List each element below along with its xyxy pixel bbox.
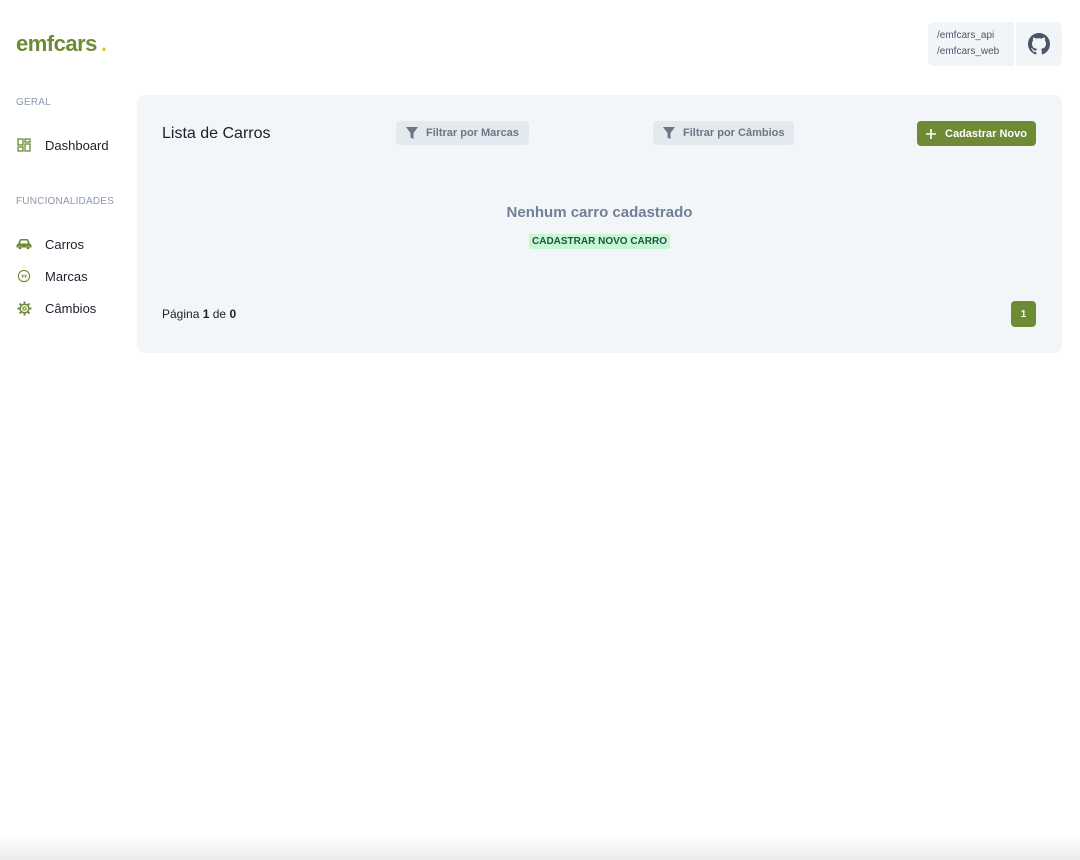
filter-brands-label: Filtrar por Marcas [426,127,519,139]
pagination-separator: de [212,307,227,321]
filter-icon [406,126,418,140]
pagination-info: Página 1 de 0 [162,307,236,321]
sidebar-item-label: Dashboard [45,137,109,153]
pagination-total: 0 [229,307,237,321]
github-button[interactable] [1016,33,1062,55]
api-repo-link[interactable]: /emfcars_api [937,28,1014,44]
logo-text: emfcars [16,31,97,56]
plus-icon [926,128,937,139]
sidebar-item-label: Carros [45,236,85,252]
bottom-fade [0,834,1080,860]
sidebar-item-cambios[interactable]: Câmbios [16,300,96,316]
page-button-1[interactable]: 1 [1011,301,1036,327]
pagination-prefix: Página [162,307,200,321]
gear-icon [16,300,32,316]
filter-transmissions-label: Filtrar por Câmbios [683,127,785,139]
repo-links: /emfcars_api /emfcars_web [928,22,1016,66]
car-icon [16,236,32,252]
app-logo[interactable]: emfcars. [16,31,107,57]
brand-icon [16,268,32,284]
add-car-button[interactable]: Cadastrar Novo [917,121,1036,146]
filter-icon [663,126,675,140]
cars-list-card: Lista de Carros Filtrar por Marcas Filtr… [137,95,1062,353]
section-label-funcionalidades: FUNCIONALIDADES [16,196,115,207]
sidebar-item-label: Câmbios [45,300,97,316]
sidebar-item-carros[interactable]: Carros [16,236,84,252]
empty-state-title: Nenhum carro cadastrado [506,204,693,221]
filter-brands-button[interactable]: Filtrar por Marcas [396,121,529,145]
logo-dot: . [100,31,107,56]
web-repo-link[interactable]: /emfcars_web [937,44,1014,60]
sidebar-item-marcas[interactable]: Marcas [16,268,88,284]
repo-links-box: /emfcars_api /emfcars_web [928,22,1062,66]
sidebar-item-dashboard[interactable]: Dashboard [16,137,109,153]
empty-state-link-wrap: CADASTRAR NOVO CARRO [137,231,1062,249]
section-label-geral: GERAL [16,97,51,108]
dashboard-icon [16,137,32,153]
sidebar-item-label: Marcas [45,268,88,284]
page-title: Lista de Carros [162,125,271,142]
pagination-current: 1 [202,307,210,321]
add-car-label: Cadastrar Novo [945,127,1027,140]
register-new-car-link[interactable]: CADASTRAR NOVO CARRO [529,234,670,249]
github-icon [1028,33,1050,55]
filter-transmissions-button[interactable]: Filtrar por Câmbios [653,121,795,145]
